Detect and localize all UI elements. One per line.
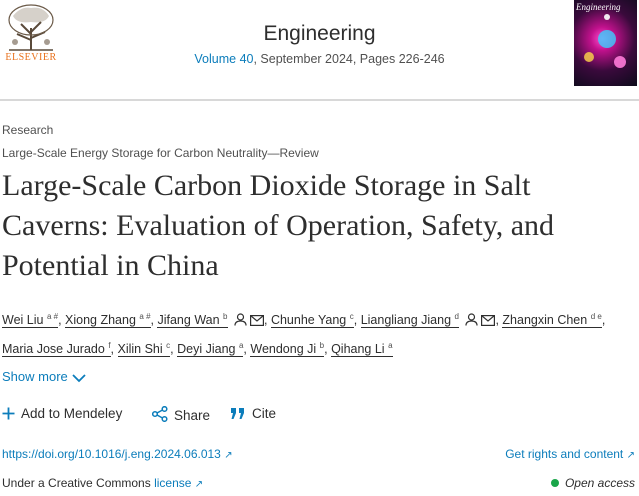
external-link-icon: ↗ [626,450,635,461]
article-section: Large-Scale Energy Storage for Carbon Ne… [2,146,319,160]
cover-graphic [598,30,616,48]
open-access-badge: Open access [550,476,635,490]
cover-graphic [614,56,626,68]
author-link[interactable]: Xiong Zhang a # [65,312,151,329]
doi-link[interactable]: https://doi.org/10.1016/j.eng.2024.06.01… [2,447,233,461]
cite-button[interactable]: Cite [230,406,276,421]
journal-header: ELSEVIER Engineering Volume 40, Septembe… [0,0,639,98]
share-icon [151,405,168,423]
journal-issue-info: Volume 40, September 2024, Pages 226-246 [0,52,639,66]
author-link[interactable]: Jifang Wan b [157,312,228,329]
external-link-icon: ↗ [224,450,233,461]
plus-icon [2,407,15,420]
issue-details: , September 2024, Pages 226-246 [253,52,445,66]
author-list: Wei Liu a #, Xiong Zhang a #, Jifang Wan… [2,310,606,358]
journal-title[interactable]: Engineering [0,22,639,46]
rights-label: Get rights and content [505,447,624,461]
quote-icon [231,408,244,419]
author-link[interactable]: Xilin Shi c [117,341,171,358]
show-more-label: Show more [2,369,68,384]
external-link-icon: ↗ [194,479,204,490]
mail-icon[interactable] [249,310,264,334]
add-to-mendeley-button[interactable]: Add to Mendeley [2,406,122,421]
share-label: Share [174,408,211,423]
chevron-down-icon [72,374,86,383]
article-title: Large-Scale Carbon Dioxide Storage in Sa… [2,169,555,282]
author-link[interactable]: Zhangxin Chen d e [502,312,602,329]
share-button[interactable]: Share [151,405,211,423]
article-type: Research [2,123,54,137]
author-link[interactable]: Qihang Li a [331,341,393,358]
person-icon[interactable] [465,310,479,334]
open-access-label: Open access [564,476,635,490]
volume-link[interactable]: Volume 40 [194,52,253,66]
author-link[interactable]: Liangliang Jiang d [360,312,459,329]
cover-title: Engineering [576,2,621,12]
rights-link[interactable]: Get rights and content ↗ [505,447,635,461]
license-line: Under a Creative Commons license ↗ [2,476,203,490]
author-link[interactable]: Wei Liu a # [2,312,59,329]
cite-label: Cite [252,406,277,421]
license-prefix: Under a Creative Commons [2,476,155,490]
doi-label: https://doi.org/10.1016/j.eng.2024.06.01… [2,447,221,461]
author-link[interactable]: Deyi Jiang a [177,341,244,358]
header-divider [0,99,639,101]
author-link[interactable]: Chunhe Yang c [270,312,354,329]
show-more-button[interactable]: Show more [2,369,86,384]
author-link[interactable]: Wendong Ji b [250,341,325,358]
license-link[interactable]: license [154,476,191,490]
add-to-mendeley-label: Add to Mendeley [21,406,123,421]
journal-cover[interactable]: Engineering [574,0,637,86]
cover-graphic [604,14,610,20]
author-link[interactable]: Maria Jose Jurado f [2,341,111,358]
open-access-dot-icon [550,479,559,487]
mail-icon[interactable] [481,310,496,334]
person-icon[interactable] [234,310,247,334]
cover-graphic [584,52,594,62]
